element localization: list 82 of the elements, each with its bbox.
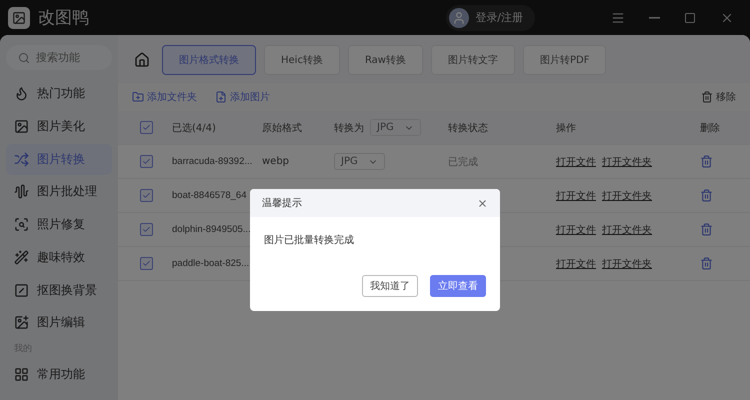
open-folder-link[interactable]: 打开文件夹 bbox=[602, 154, 652, 168]
tab[interactable]: 图片转PDF bbox=[523, 45, 606, 75]
grid-icon bbox=[14, 367, 29, 382]
sidebar-item[interactable]: 图片批处理 bbox=[6, 176, 112, 208]
file-name: boat-8846578_64 bbox=[172, 190, 246, 201]
wave-icon bbox=[14, 184, 29, 200]
tab[interactable]: 图片格式转换 bbox=[162, 45, 256, 75]
app-logo-icon bbox=[8, 6, 30, 28]
home-icon bbox=[134, 52, 150, 68]
cutout-icon bbox=[14, 282, 29, 298]
format-cell: webp bbox=[262, 156, 290, 167]
maximize-icon bbox=[684, 12, 696, 24]
check-icon bbox=[142, 191, 151, 200]
minimize-icon bbox=[649, 16, 660, 18]
dialog-message: 图片已批量转换完成 bbox=[263, 234, 355, 248]
tab[interactable]: Raw转换 bbox=[348, 45, 423, 75]
sidebar-item[interactable]: 图片编辑 bbox=[6, 308, 112, 338]
column-header: 转换状态 bbox=[448, 122, 489, 134]
sidebar-item[interactable]: 趣味特效 bbox=[6, 242, 112, 273]
open-file-link[interactable]: 打开文件 bbox=[556, 188, 596, 202]
remove-button[interactable]: 移除 bbox=[701, 90, 736, 104]
file-name: dolphin-8949505... bbox=[172, 224, 251, 235]
image-edit-icon bbox=[14, 315, 29, 330]
open-folder-link[interactable]: 打开文件夹 bbox=[602, 188, 652, 202]
file-name: paddle-boat-825... bbox=[172, 258, 250, 269]
open-file-link[interactable]: 打开文件 bbox=[556, 256, 596, 270]
sidebar-item[interactable]: 照片修复 bbox=[6, 209, 112, 240]
sidebar-item[interactable]: 常用功能 bbox=[6, 359, 112, 390]
open-file-link[interactable]: 打开文件 bbox=[556, 222, 596, 236]
column-header: 原始格式 bbox=[262, 122, 303, 134]
check-icon bbox=[142, 157, 151, 166]
column-header: 已选(4/4) bbox=[172, 122, 217, 134]
file-name: barracuda-89392... bbox=[172, 156, 252, 167]
checkbox[interactable] bbox=[140, 189, 153, 202]
checkbox[interactable] bbox=[140, 155, 153, 168]
sidebar-item[interactable]: 图片转换 bbox=[6, 144, 112, 175]
open-file-link[interactable]: 打开文件 bbox=[556, 154, 596, 168]
add-folder-button[interactable]: 添加文件夹 bbox=[132, 90, 197, 104]
dialog-title: 温馨提示 bbox=[262, 196, 302, 210]
trash-icon bbox=[700, 257, 713, 270]
status-cell: 已完成 bbox=[448, 156, 478, 168]
login-button[interactable]: 登录/注册 bbox=[446, 4, 535, 30]
format-dropdown[interactable]: JPG bbox=[370, 119, 421, 136]
flame-icon bbox=[14, 86, 29, 102]
checkbox[interactable] bbox=[140, 257, 153, 270]
sidebar-item[interactable]: 热门功能 bbox=[6, 78, 112, 110]
search-input[interactable]: 搜索功能 bbox=[34, 50, 98, 66]
trash-icon bbox=[700, 155, 713, 168]
magic-wand-icon bbox=[14, 250, 29, 265]
search-icon bbox=[18, 52, 30, 64]
sidebar-item[interactable]: 抠图换背景 bbox=[6, 274, 112, 306]
menu-icon bbox=[611, 10, 625, 24]
format-dropdown[interactable]: JPG bbox=[334, 153, 385, 170]
avatar-icon bbox=[449, 8, 470, 28]
app-title: 改图鸭 bbox=[38, 7, 89, 29]
column-header: 操作 bbox=[556, 122, 577, 134]
check-icon bbox=[142, 123, 151, 132]
dialog-button[interactable]: 我知道了 bbox=[362, 275, 418, 297]
search-field[interactable]: 搜索功能 bbox=[6, 45, 112, 70]
trash-icon bbox=[701, 91, 713, 103]
photo-search-icon bbox=[14, 217, 29, 232]
folder-plus-icon bbox=[132, 91, 144, 103]
add-image-button[interactable]: 添加图片 bbox=[215, 90, 270, 104]
trash-icon bbox=[700, 223, 713, 236]
open-folder-link[interactable]: 打开文件夹 bbox=[602, 222, 652, 236]
tab[interactable]: 图片转文字 bbox=[431, 45, 515, 75]
sidebar-item[interactable]: 图片美化 bbox=[6, 111, 112, 142]
checkbox[interactable] bbox=[140, 223, 153, 236]
column-header: 转换为 bbox=[334, 122, 364, 134]
check-icon bbox=[142, 259, 151, 268]
file-plus-icon bbox=[215, 91, 227, 103]
checkbox[interactable] bbox=[140, 121, 153, 134]
tab[interactable]: Heic转换 bbox=[264, 45, 340, 75]
dialog-button[interactable]: 立即查看 bbox=[430, 275, 486, 297]
column-header: 删除 bbox=[700, 122, 721, 134]
close-button[interactable] bbox=[477, 198, 488, 208]
close-icon bbox=[477, 198, 488, 208]
image-icon bbox=[14, 118, 29, 134]
check-icon bbox=[142, 225, 151, 234]
open-folder-link[interactable]: 打开文件夹 bbox=[602, 256, 652, 270]
shuffle-icon bbox=[14, 152, 29, 167]
trash-icon bbox=[700, 189, 713, 202]
